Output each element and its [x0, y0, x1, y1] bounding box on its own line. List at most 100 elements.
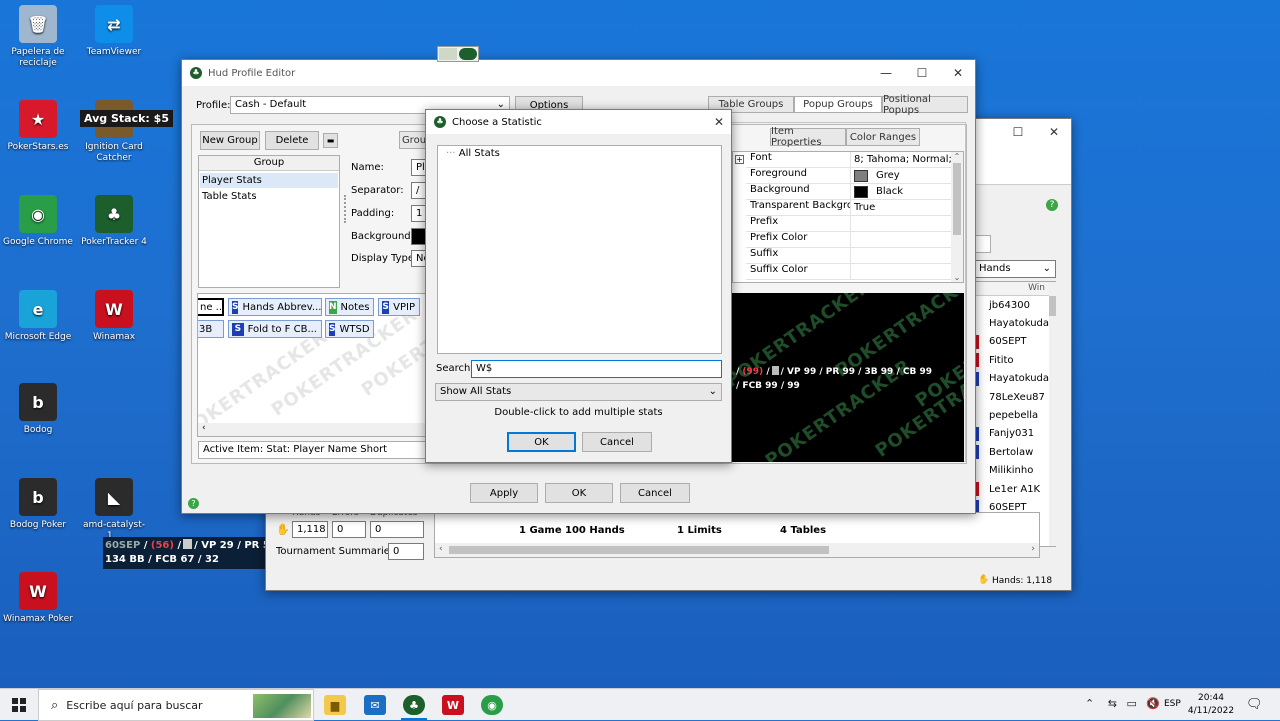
back-maximize-button[interactable]: ☐ [1000, 119, 1036, 145]
scroll-left-icon[interactable]: ‹ [202, 423, 206, 433]
stat-chip[interactable]: S VPIP [378, 298, 420, 316]
scroll-left-icon[interactable]: ‹ [439, 544, 443, 554]
app-icon: b [19, 478, 57, 516]
stat-chip[interactable]: 3B [198, 320, 224, 338]
hands-dropdown[interactable]: Hands ⌄ [974, 260, 1056, 278]
player-row[interactable]: Fitito [973, 351, 1049, 369]
canvas-hscrollbar[interactable]: ‹ [198, 423, 425, 436]
pokertracker-small-icon[interactable] [459, 48, 477, 60]
dialog-ok-button[interactable]: OK [507, 432, 576, 452]
properties-scroll-thumb[interactable] [953, 163, 961, 235]
winamax-taskbar-icon[interactable]: W [442, 695, 464, 715]
expand-font-icon[interactable]: + [735, 155, 744, 164]
player-row[interactable]: Le1er A1K [973, 480, 1049, 498]
monitor-icon[interactable]: ▭ [1126, 697, 1136, 710]
player-row[interactable]: Milikinho [973, 462, 1049, 480]
chevron-down-icon[interactable]: ⌄ [951, 273, 963, 282]
tab-popup-groups[interactable]: Popup Groups [794, 96, 882, 113]
stat-chip[interactable]: ne ... [198, 298, 224, 316]
tree-root-all-stats[interactable]: ··· All Stats [446, 148, 500, 159]
desktop-icon[interactable]: W Winamax [76, 290, 152, 343]
property-row[interactable]: Font8; Tahoma; Normal; Bol [746, 152, 952, 168]
ok-button[interactable]: OK [545, 483, 613, 503]
tournament-summaries-value: 0 [388, 543, 424, 560]
small-menu-button[interactable]: ▬ [323, 133, 338, 148]
players-scrollbar[interactable] [1049, 282, 1056, 546]
desktop-icon-label: Winamax Poker [3, 614, 73, 624]
maximize-button[interactable]: ☐ [904, 60, 940, 86]
close-button[interactable]: ✕ [940, 60, 976, 86]
property-row[interactable]: Suffix [746, 248, 952, 264]
stat-chip[interactable]: S Fold to F CB... [228, 320, 322, 338]
properties-scrollbar[interactable]: ⌃ ⌄ [951, 152, 963, 282]
group-item-player-stats[interactable]: Player Stats [200, 173, 338, 188]
network-icon[interactable]: ⇆ [1108, 697, 1117, 710]
dialog-cancel-button[interactable]: Cancel [582, 432, 652, 452]
filter-dropdown[interactable]: Show All Stats ⌄ [435, 383, 722, 401]
player-row[interactable]: Hayatokuda [973, 314, 1049, 332]
help-icon[interactable]: ? [188, 498, 199, 509]
property-row[interactable]: Transparent BackgrounTrue [746, 200, 952, 216]
hud-editor-titlebar[interactable]: ♣ Hud Profile Editor — ☐ ✕ [182, 60, 975, 86]
search-input[interactable]: W$ [471, 360, 722, 378]
tab-positional-popups[interactable]: Positional Popups [882, 94, 968, 116]
group-item-table-stats[interactable]: Table Stats [200, 189, 338, 204]
chrome-taskbar-icon[interactable]: ◉ [481, 695, 503, 715]
desktop-icon[interactable]: 🗑 Papelera de reciclaje [0, 5, 76, 69]
desktop-icon[interactable]: e Microsoft Edge [0, 290, 76, 343]
dialog-titlebar[interactable]: ♣ Choose a Statistic ✕ [426, 110, 731, 134]
property-row[interactable]: Foreground Grey [746, 168, 952, 184]
summary-hscrollbar[interactable]: ‹ › [435, 543, 1039, 557]
start-button[interactable] [0, 689, 38, 721]
player-row[interactable]: Hayatokuda [973, 370, 1049, 388]
players-scroll-thumb[interactable] [1049, 296, 1056, 316]
apply-button[interactable]: Apply [470, 483, 538, 503]
player-row[interactable]: 60SEPT [973, 333, 1049, 351]
language-indicator[interactable]: ESP [1164, 699, 1181, 709]
player-row[interactable]: Bertolaw [973, 443, 1049, 461]
stat-chip[interactable]: S Hands Abbrev... [228, 298, 322, 316]
player-row[interactable]: jb64300 [973, 296, 1049, 314]
property-row[interactable]: Background Black [746, 184, 952, 200]
mail-icon[interactable]: ✉ [364, 695, 386, 715]
desktop-icon[interactable]: b Bodog [0, 383, 76, 436]
taskbar-search[interactable]: ⌕ Escribe aquí para buscar [38, 689, 314, 721]
chevron-up-icon[interactable]: ⌃ [951, 152, 963, 161]
scroll-right-icon[interactable]: › [1031, 544, 1035, 554]
notifications-icon[interactable]: 🗨 [1246, 697, 1263, 712]
player-row[interactable]: Fanjy031 [973, 425, 1049, 443]
tray-app-icon[interactable] [439, 48, 457, 60]
minimize-button[interactable]: — [868, 60, 904, 86]
back-status-bar: ✋ Hands: 1,118 [266, 574, 1071, 590]
back-close-button[interactable]: ✕ [1036, 119, 1072, 145]
player-row[interactable]: pepebella [973, 406, 1049, 424]
stat-chip[interactable]: S WTSD [325, 320, 374, 338]
summary-scroll-thumb[interactable] [449, 546, 829, 554]
volume-muted-icon[interactable]: 🔇 [1146, 697, 1160, 710]
player-row[interactable]: 78LeXeu87 [973, 388, 1049, 406]
stat-chip[interactable]: N Notes [325, 298, 374, 316]
property-row[interactable]: Prefix [746, 216, 952, 232]
cancel-button[interactable]: Cancel [620, 483, 690, 503]
refresh-icon[interactable]: ? [1046, 199, 1058, 211]
stat-chip-label: Fold to F CB... [247, 323, 317, 335]
desktop-icon[interactable]: ◣ amd-catalyst-1... [76, 478, 152, 542]
player-name: Le1er A1K [989, 483, 1041, 495]
desktop-icon[interactable]: b Bodog Poker [0, 478, 76, 531]
delete-button[interactable]: Delete [265, 131, 319, 150]
desktop-icon[interactable]: ★ PokerStars.es [0, 100, 76, 153]
dialog-close-button[interactable]: ✕ [704, 110, 734, 134]
floating-tray-icons[interactable] [437, 46, 479, 62]
clock[interactable]: 20:44 4/11/2022 [1186, 692, 1236, 718]
preview-red: (99) [742, 367, 764, 377]
property-row[interactable]: Prefix Color [746, 232, 952, 248]
desktop-icon[interactable]: ◉ Google Chrome [0, 195, 76, 248]
desktop-icon[interactable]: ⇄ TeamViewer [76, 5, 152, 58]
desktop-icon[interactable]: W Winamax Poker [0, 572, 76, 625]
file-explorer-icon[interactable]: ▆ [324, 695, 346, 715]
pokertracker-taskbar-icon[interactable]: ♣ [403, 695, 425, 715]
new-group-button[interactable]: New Group [200, 131, 260, 150]
chevron-up-icon[interactable]: ⌃ [1085, 697, 1094, 710]
property-row[interactable]: Suffix Color [746, 264, 952, 280]
desktop-icon[interactable]: ♣ PokerTracker 4 [76, 195, 152, 248]
